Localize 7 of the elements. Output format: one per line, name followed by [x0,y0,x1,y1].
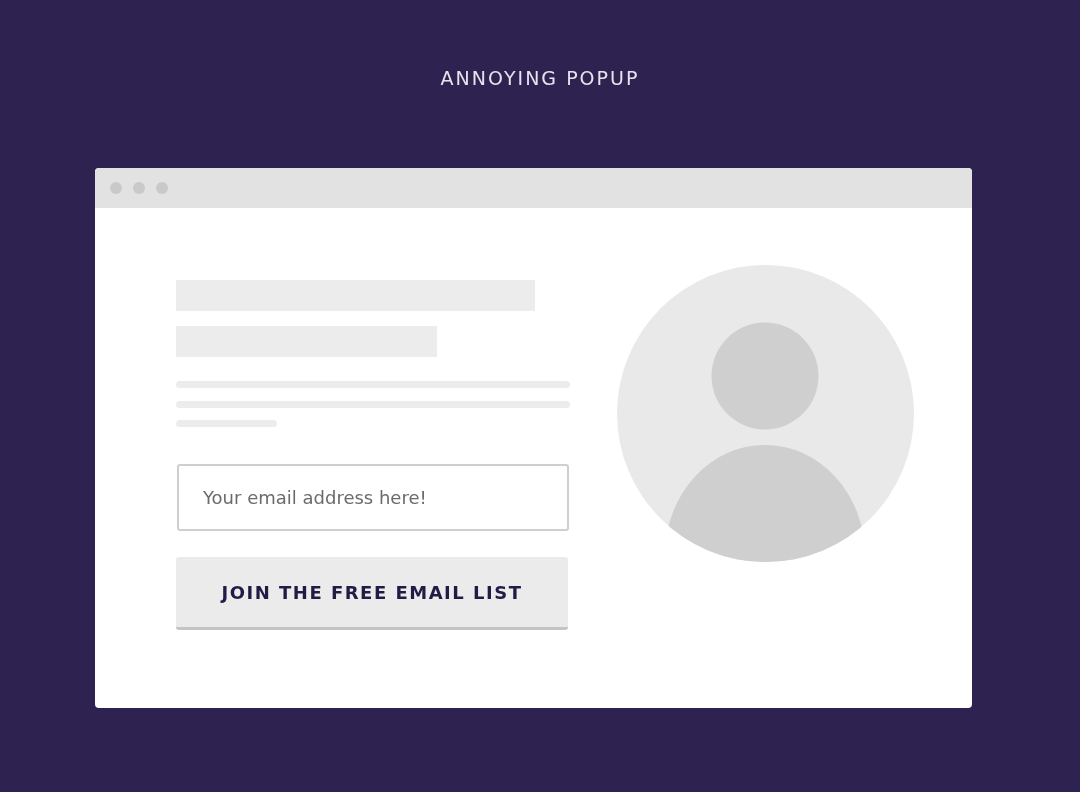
window-dot-icon [133,182,145,194]
window-dot-icon [156,182,168,194]
avatar-icon [617,265,914,562]
join-button[interactable]: JOIN THE FREE EMAIL LIST [176,557,568,630]
page-heading: ANNOYING POPUP [439,66,641,91]
window-dot-icon [110,182,122,194]
email-field[interactable]: Your email address here! [177,464,569,531]
